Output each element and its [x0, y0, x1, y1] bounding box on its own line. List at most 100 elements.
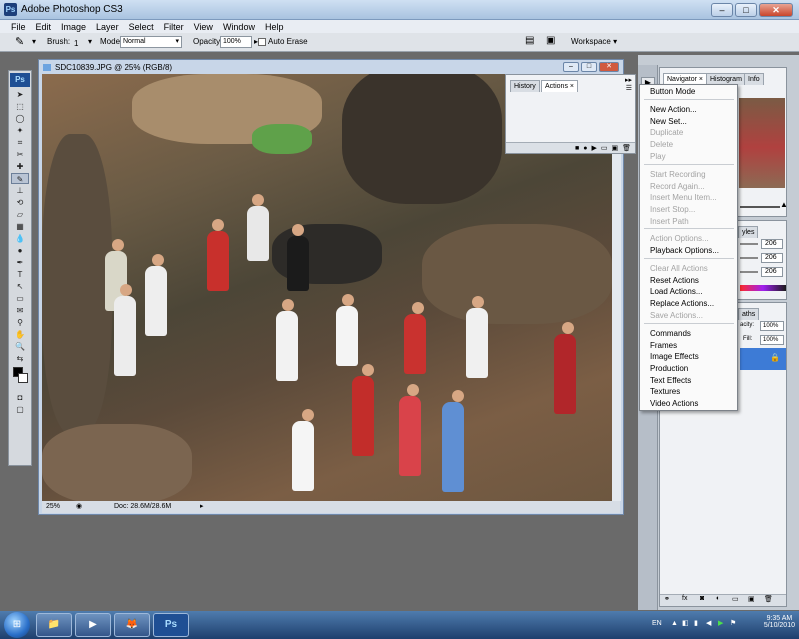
explorer-icon[interactable]: 📁 — [36, 613, 72, 637]
doc-close-button[interactable]: ✕ — [599, 62, 619, 72]
gradient-tool-icon[interactable]: ▦ — [11, 221, 29, 232]
shape-tool-icon[interactable]: ▭ — [11, 293, 29, 304]
dodge-tool-icon[interactable]: ● — [11, 245, 29, 256]
menu-view[interactable]: View — [189, 22, 218, 32]
tab-actions[interactable]: Actions × — [541, 80, 578, 92]
menu-item-commands[interactable]: Commands — [650, 329, 691, 339]
panel-collapse-icon[interactable]: ▸▸ — [625, 76, 632, 84]
doc-minimize-button[interactable]: – — [563, 62, 579, 72]
menu-item-video-actions[interactable]: Video Actions — [650, 399, 698, 409]
red-slider[interactable] — [740, 243, 758, 245]
menu-item-reset-actions[interactable]: Reset Actions — [650, 276, 699, 286]
menu-item-frames[interactable]: Frames — [650, 341, 677, 351]
layer-style-icon[interactable]: fx — [682, 595, 687, 602]
color-ramp[interactable] — [740, 285, 786, 291]
green-slider[interactable] — [740, 257, 758, 259]
background-color-swatch[interactable] — [18, 373, 28, 383]
firefox-icon[interactable]: 🦊 — [114, 613, 150, 637]
move-tool-icon[interactable]: ➤ — [11, 89, 29, 100]
menu-item-new-action[interactable]: New Action... — [650, 105, 697, 115]
menu-filter[interactable]: Filter — [159, 22, 189, 32]
menu-window[interactable]: Window — [218, 22, 260, 32]
type-tool-icon[interactable]: T — [11, 269, 29, 280]
adjustment-layer-icon[interactable]: ◐ — [716, 595, 720, 602]
menu-item-button-mode[interactable]: Button Mode — [650, 87, 695, 97]
green-tray-icon[interactable]: ▶ — [718, 620, 726, 628]
tab-history[interactable]: History — [510, 80, 540, 92]
hand-tool-icon[interactable]: ✋ — [11, 329, 29, 340]
file-browser-icon[interactable]: ▣ — [546, 35, 555, 46]
screen-mode-icon[interactable]: ▢ — [11, 404, 29, 415]
status-arrow-icon[interactable]: ▸ — [200, 501, 204, 513]
healing-brush-tool-icon[interactable]: ✚ — [11, 161, 29, 172]
blue-value[interactable]: 206 — [761, 267, 783, 277]
menu-help[interactable]: Help — [260, 22, 289, 32]
pencil-tool-icon[interactable]: ✎ — [11, 173, 29, 184]
layer-mask-icon[interactable]: ◙ — [700, 595, 704, 602]
menu-image[interactable]: Image — [56, 22, 91, 32]
clone-stamp-tool-icon[interactable]: ⊥ — [11, 185, 29, 196]
menu-file[interactable]: File — [6, 22, 31, 32]
menu-item-replace-actions[interactable]: Replace Actions... — [650, 299, 714, 309]
new-group-icon[interactable]: ▭ — [732, 595, 739, 603]
crop-tool-icon[interactable]: ⌗ — [11, 137, 29, 148]
new-action-icon[interactable]: ▣ — [611, 144, 618, 152]
magic-wand-tool-icon[interactable]: ✦ — [11, 125, 29, 136]
delete-layer-icon[interactable]: 🗑 — [764, 595, 773, 603]
path-selection-tool-icon[interactable]: ↖ — [11, 281, 29, 292]
show-hidden-icons-icon[interactable]: ▲ — [671, 620, 679, 628]
zoom-level[interactable]: 25% — [46, 501, 60, 513]
menu-select[interactable]: Select — [124, 22, 159, 32]
history-brush-tool-icon[interactable]: ⟲ — [11, 197, 29, 208]
tool-presets-icon[interactable]: ▤ — [525, 35, 534, 46]
maximize-button[interactable]: □ — [735, 3, 757, 17]
record-icon[interactable]: ● — [583, 145, 587, 152]
opacity-field[interactable]: 100% — [220, 36, 252, 48]
brush-picker-arrow-icon[interactable]: ▾ — [88, 37, 92, 46]
workspace-menu[interactable]: Workspace ▾ — [571, 37, 617, 46]
brush-size[interactable]: 1 — [74, 39, 78, 48]
fill-field[interactable]: 100% — [760, 335, 784, 345]
minimize-button[interactable]: – — [711, 3, 733, 17]
play-icon[interactable]: ▶ — [591, 144, 596, 152]
status-menu-icon[interactable]: ◉ — [76, 501, 82, 513]
lasso-tool-icon[interactable]: ◯ — [11, 113, 29, 124]
trash-icon[interactable]: 🗑 — [622, 144, 631, 152]
windows-orb-icon[interactable]: ⊞ — [4, 612, 30, 638]
language-indicator[interactable]: EN — [652, 620, 662, 627]
navigator-thumbnail[interactable] — [739, 98, 785, 188]
menu-layer[interactable]: Layer — [91, 22, 124, 32]
menu-item-playback-options[interactable]: Playback Options... — [650, 246, 719, 256]
slice-tool-icon[interactable]: ✂ — [11, 149, 29, 160]
eyedropper-tool-icon[interactable]: ⚲ — [11, 317, 29, 328]
mode-select[interactable]: Normal ▾ — [120, 36, 182, 48]
menu-item-new-set[interactable]: New Set... — [650, 117, 687, 127]
tab-styles[interactable]: yles — [738, 226, 759, 238]
layer-opacity-field[interactable]: 100% — [760, 321, 784, 331]
action-center-icon[interactable]: ⚑ — [730, 620, 738, 628]
menu-item-production[interactable]: Production — [650, 364, 688, 374]
menu-item-text-effects[interactable]: Text Effects — [650, 376, 691, 386]
tool-preset-arrow-icon[interactable]: ▾ — [32, 37, 36, 46]
zoom-tool-icon[interactable]: 🔍 — [11, 341, 29, 352]
media-player-icon[interactable]: ▶ — [75, 613, 111, 637]
menu-item-image-effects[interactable]: Image Effects — [650, 352, 699, 362]
quick-mask-icon[interactable]: ◘ — [11, 392, 29, 403]
green-value[interactable]: 206 — [761, 253, 783, 263]
tab-info[interactable]: Info — [744, 73, 764, 85]
doc-maximize-button[interactable]: □ — [581, 62, 597, 72]
tab-paths[interactable]: aths — [738, 308, 760, 320]
auto-erase-checkbox[interactable] — [258, 38, 266, 46]
tray-app-icon[interactable]: ◧ — [682, 620, 690, 628]
pen-tool-icon[interactable]: ✒ — [11, 257, 29, 268]
marquee-tool-icon[interactable]: ⬚ — [11, 101, 29, 112]
menu-item-textures[interactable]: Textures — [650, 387, 680, 397]
eraser-tool-icon[interactable]: ▱ — [11, 209, 29, 220]
stop-icon[interactable]: ■ — [575, 145, 579, 152]
network-icon[interactable]: ▮ — [694, 620, 702, 628]
link-layers-icon[interactable]: ⚭ — [664, 595, 670, 603]
clock[interactable]: 9:35 AM 5/10/2010 — [764, 615, 795, 629]
menu-edit[interactable]: Edit — [31, 22, 57, 32]
pencil-icon[interactable]: ✎ — [15, 35, 24, 48]
zoom-in-icon[interactable]: ▲ — [780, 200, 788, 209]
